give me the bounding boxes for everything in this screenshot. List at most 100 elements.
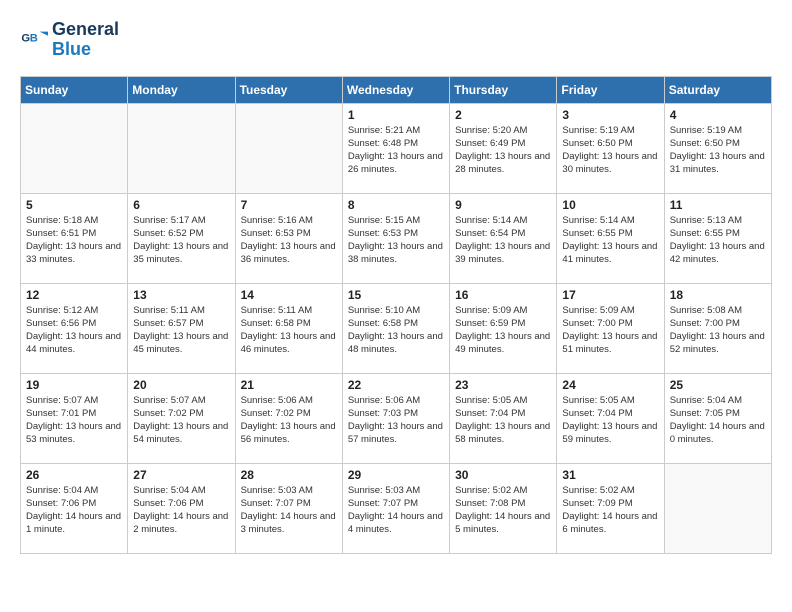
svg-text:B: B xyxy=(30,32,38,44)
day-info: Sunrise: 5:20 AM Sunset: 6:49 PM Dayligh… xyxy=(455,124,551,177)
calendar-week-row: 5 Sunrise: 5:18 AM Sunset: 6:51 PM Dayli… xyxy=(21,193,772,283)
daylight-hours: Daylight: 13 hours and 28 minutes. xyxy=(455,151,550,175)
calendar-cell: 11 Sunrise: 5:13 AM Sunset: 6:55 PM Dayl… xyxy=(664,193,771,283)
sunset-time: Sunset: 6:50 PM xyxy=(670,138,740,149)
day-info: Sunrise: 5:18 AM Sunset: 6:51 PM Dayligh… xyxy=(26,214,122,267)
calendar-cell: 30 Sunrise: 5:02 AM Sunset: 7:08 PM Dayl… xyxy=(450,463,557,553)
day-number: 21 xyxy=(241,378,337,392)
sunrise-time: Sunrise: 5:10 AM xyxy=(348,305,420,316)
sunset-time: Sunset: 7:01 PM xyxy=(26,408,96,419)
daylight-hours: Daylight: 13 hours and 33 minutes. xyxy=(26,241,121,265)
sunset-time: Sunset: 7:07 PM xyxy=(241,498,311,509)
calendar-cell xyxy=(664,463,771,553)
day-info: Sunrise: 5:06 AM Sunset: 7:02 PM Dayligh… xyxy=(241,394,337,447)
daylight-hours: Daylight: 14 hours and 2 minutes. xyxy=(133,511,228,535)
day-info: Sunrise: 5:06 AM Sunset: 7:03 PM Dayligh… xyxy=(348,394,444,447)
day-info: Sunrise: 5:11 AM Sunset: 6:57 PM Dayligh… xyxy=(133,304,229,357)
daylight-hours: Daylight: 13 hours and 44 minutes. xyxy=(26,331,121,355)
sunrise-time: Sunrise: 5:13 AM xyxy=(670,215,742,226)
sunrise-time: Sunrise: 5:06 AM xyxy=(241,395,313,406)
daylight-hours: Daylight: 13 hours and 30 minutes. xyxy=(562,151,657,175)
day-info: Sunrise: 5:15 AM Sunset: 6:53 PM Dayligh… xyxy=(348,214,444,267)
day-info: Sunrise: 5:13 AM Sunset: 6:55 PM Dayligh… xyxy=(670,214,766,267)
day-number: 25 xyxy=(670,378,766,392)
calendar-cell: 20 Sunrise: 5:07 AM Sunset: 7:02 PM Dayl… xyxy=(128,373,235,463)
daylight-hours: Daylight: 13 hours and 46 minutes. xyxy=(241,331,336,355)
sunset-time: Sunset: 6:58 PM xyxy=(241,318,311,329)
day-info: Sunrise: 5:09 AM Sunset: 7:00 PM Dayligh… xyxy=(562,304,658,357)
weekday-header-tuesday: Tuesday xyxy=(235,76,342,103)
sunset-time: Sunset: 7:00 PM xyxy=(670,318,740,329)
daylight-hours: Daylight: 13 hours and 31 minutes. xyxy=(670,151,765,175)
calendar-cell: 12 Sunrise: 5:12 AM Sunset: 6:56 PM Dayl… xyxy=(21,283,128,373)
sunset-time: Sunset: 6:59 PM xyxy=(455,318,525,329)
daylight-hours: Daylight: 13 hours and 45 minutes. xyxy=(133,331,228,355)
calendar-cell: 8 Sunrise: 5:15 AM Sunset: 6:53 PM Dayli… xyxy=(342,193,449,283)
day-info: Sunrise: 5:08 AM Sunset: 7:00 PM Dayligh… xyxy=(670,304,766,357)
sunset-time: Sunset: 7:07 PM xyxy=(348,498,418,509)
calendar-cell: 22 Sunrise: 5:06 AM Sunset: 7:03 PM Dayl… xyxy=(342,373,449,463)
sunrise-time: Sunrise: 5:09 AM xyxy=(562,305,634,316)
day-info: Sunrise: 5:17 AM Sunset: 6:52 PM Dayligh… xyxy=(133,214,229,267)
day-info: Sunrise: 5:04 AM Sunset: 7:06 PM Dayligh… xyxy=(133,484,229,537)
day-info: Sunrise: 5:16 AM Sunset: 6:53 PM Dayligh… xyxy=(241,214,337,267)
calendar-week-row: 26 Sunrise: 5:04 AM Sunset: 7:06 PM Dayl… xyxy=(21,463,772,553)
logo-icon: G B xyxy=(20,26,48,54)
sunset-time: Sunset: 7:05 PM xyxy=(670,408,740,419)
day-info: Sunrise: 5:03 AM Sunset: 7:07 PM Dayligh… xyxy=(241,484,337,537)
day-number: 6 xyxy=(133,198,229,212)
daylight-hours: Daylight: 13 hours and 52 minutes. xyxy=(670,331,765,355)
day-info: Sunrise: 5:02 AM Sunset: 7:08 PM Dayligh… xyxy=(455,484,551,537)
calendar-week-row: 12 Sunrise: 5:12 AM Sunset: 6:56 PM Dayl… xyxy=(21,283,772,373)
day-info: Sunrise: 5:03 AM Sunset: 7:07 PM Dayligh… xyxy=(348,484,444,537)
day-number: 10 xyxy=(562,198,658,212)
calendar-cell: 10 Sunrise: 5:14 AM Sunset: 6:55 PM Dayl… xyxy=(557,193,664,283)
day-number: 5 xyxy=(26,198,122,212)
calendar-cell: 6 Sunrise: 5:17 AM Sunset: 6:52 PM Dayli… xyxy=(128,193,235,283)
sunrise-time: Sunrise: 5:04 AM xyxy=(670,395,742,406)
calendar-cell: 24 Sunrise: 5:05 AM Sunset: 7:04 PM Dayl… xyxy=(557,373,664,463)
day-info: Sunrise: 5:14 AM Sunset: 6:55 PM Dayligh… xyxy=(562,214,658,267)
sunrise-time: Sunrise: 5:03 AM xyxy=(348,485,420,496)
calendar-cell: 16 Sunrise: 5:09 AM Sunset: 6:59 PM Dayl… xyxy=(450,283,557,373)
sunrise-time: Sunrise: 5:04 AM xyxy=(133,485,205,496)
day-number: 12 xyxy=(26,288,122,302)
daylight-hours: Daylight: 13 hours and 36 minutes. xyxy=(241,241,336,265)
sunset-time: Sunset: 6:54 PM xyxy=(455,228,525,239)
sunrise-time: Sunrise: 5:05 AM xyxy=(562,395,634,406)
weekday-header-friday: Friday xyxy=(557,76,664,103)
weekday-header-thursday: Thursday xyxy=(450,76,557,103)
day-info: Sunrise: 5:05 AM Sunset: 7:04 PM Dayligh… xyxy=(562,394,658,447)
weekday-header-saturday: Saturday xyxy=(664,76,771,103)
sunrise-time: Sunrise: 5:12 AM xyxy=(26,305,98,316)
daylight-hours: Daylight: 13 hours and 56 minutes. xyxy=(241,421,336,445)
sunset-time: Sunset: 6:49 PM xyxy=(455,138,525,149)
sunset-time: Sunset: 6:53 PM xyxy=(348,228,418,239)
day-number: 13 xyxy=(133,288,229,302)
calendar-cell: 7 Sunrise: 5:16 AM Sunset: 6:53 PM Dayli… xyxy=(235,193,342,283)
day-number: 2 xyxy=(455,108,551,122)
sunset-time: Sunset: 6:53 PM xyxy=(241,228,311,239)
calendar-cell: 27 Sunrise: 5:04 AM Sunset: 7:06 PM Dayl… xyxy=(128,463,235,553)
calendar-cell: 21 Sunrise: 5:06 AM Sunset: 7:02 PM Dayl… xyxy=(235,373,342,463)
calendar-cell: 17 Sunrise: 5:09 AM Sunset: 7:00 PM Dayl… xyxy=(557,283,664,373)
calendar-cell xyxy=(128,103,235,193)
daylight-hours: Daylight: 13 hours and 35 minutes. xyxy=(133,241,228,265)
daylight-hours: Daylight: 13 hours and 59 minutes. xyxy=(562,421,657,445)
calendar-week-row: 19 Sunrise: 5:07 AM Sunset: 7:01 PM Dayl… xyxy=(21,373,772,463)
day-info: Sunrise: 5:04 AM Sunset: 7:05 PM Dayligh… xyxy=(670,394,766,447)
calendar-cell: 31 Sunrise: 5:02 AM Sunset: 7:09 PM Dayl… xyxy=(557,463,664,553)
day-number: 27 xyxy=(133,468,229,482)
day-number: 9 xyxy=(455,198,551,212)
sunrise-time: Sunrise: 5:04 AM xyxy=(26,485,98,496)
sunrise-time: Sunrise: 5:16 AM xyxy=(241,215,313,226)
day-number: 17 xyxy=(562,288,658,302)
sunset-time: Sunset: 6:48 PM xyxy=(348,138,418,149)
day-number: 29 xyxy=(348,468,444,482)
day-info: Sunrise: 5:02 AM Sunset: 7:09 PM Dayligh… xyxy=(562,484,658,537)
sunrise-time: Sunrise: 5:09 AM xyxy=(455,305,527,316)
daylight-hours: Daylight: 13 hours and 41 minutes. xyxy=(562,241,657,265)
daylight-hours: Daylight: 14 hours and 1 minute. xyxy=(26,511,121,535)
calendar-cell: 3 Sunrise: 5:19 AM Sunset: 6:50 PM Dayli… xyxy=(557,103,664,193)
day-number: 16 xyxy=(455,288,551,302)
